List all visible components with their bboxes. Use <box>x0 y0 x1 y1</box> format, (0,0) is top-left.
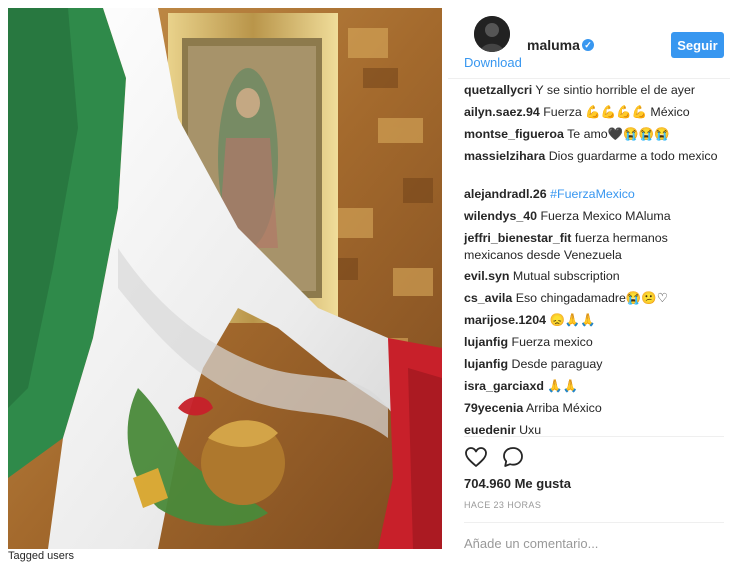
speech-bubble-icon[interactable] <box>501 445 525 469</box>
divider <box>464 522 724 523</box>
post-photo[interactable] <box>8 8 442 549</box>
comment-text: Fuerza mexico <box>511 335 593 349</box>
comment-text: Uxu <box>519 423 542 437</box>
comment-item: lujanfig Desde paraguay <box>464 356 720 373</box>
comment-text: Y se sintio horrible el de ayer <box>535 83 695 97</box>
comment-text: Te amo🖤😭😭😭 <box>567 127 670 141</box>
tagged-users-caption[interactable]: Tagged users <box>8 550 74 562</box>
add-comment-input[interactable]: Añade un comentario... <box>464 536 598 551</box>
comment-item: wilendys_40 Fuerza Mexico MAluma <box>464 208 720 225</box>
comment-text: Arriba México <box>526 401 602 415</box>
comment-username[interactable]: lujanfig <box>464 335 508 349</box>
comment-item: evil.syn Mutual subscription <box>464 268 720 285</box>
comment-username[interactable]: marijose.1204 <box>464 313 546 327</box>
comment-username[interactable]: jeffri_bienestar_fit <box>464 231 571 245</box>
comment-item: ailyn.saez.94 Fuerza 💪💪💪💪 México <box>464 104 720 121</box>
comment-text: Desde paraguay <box>511 357 603 371</box>
comment-text: Fuerza Mexico MAluma <box>540 209 671 223</box>
comment-hashtag[interactable]: #FuerzaMexico <box>550 187 635 201</box>
comment-item: 79yecenia Arriba México <box>464 400 720 417</box>
comment-username[interactable]: cs_avila <box>464 291 512 305</box>
comment-text: Eso chingadamadre😭😕♡ <box>515 291 668 305</box>
comment-username[interactable]: ailyn.saez.94 <box>464 105 540 119</box>
comment-username[interactable]: 79yecenia <box>464 401 523 415</box>
comment-username[interactable]: isra_garciaxd <box>464 379 544 393</box>
post-side-panel: maluma ✓ Download Seguir quetzallycri Y … <box>448 8 730 556</box>
heart-outline-icon[interactable] <box>464 445 488 469</box>
comment-item: cs_avila Eso chingadamadre😭😕♡ <box>464 290 720 307</box>
like-count[interactable]: 704.960 Me gusta <box>464 476 571 491</box>
comment-username[interactable]: evil.syn <box>464 269 509 283</box>
comment-item: alejandradl.26 #FuerzaMexico <box>464 186 720 203</box>
comment-username[interactable]: quetzallycri <box>464 83 532 97</box>
divider <box>464 436 724 437</box>
post-timestamp: HACE 23 HORAS <box>464 500 542 510</box>
comment-username[interactable]: euedenir <box>464 423 516 437</box>
username[interactable]: maluma <box>527 37 580 53</box>
comment-username[interactable]: alejandradl.26 <box>464 187 547 201</box>
basilica-flag-image <box>8 8 442 549</box>
comment-text: Mutual subscription <box>512 269 620 283</box>
comment-item: quetzallycri Y se sintio horrible el de … <box>464 82 720 99</box>
comment-username[interactable]: montse_figueroa <box>464 127 564 141</box>
verified-badge-icon: ✓ <box>582 39 594 51</box>
comment-item: jeffri_bienestar_fit fuerza hermanos mex… <box>464 230 720 263</box>
comment-text: Dios guardarme a todo mexico <box>548 149 718 163</box>
comment-username[interactable]: massielzihara <box>464 149 545 163</box>
post-header: maluma ✓ Download Seguir <box>448 8 730 79</box>
avatar[interactable] <box>474 16 510 52</box>
comment-item: lujanfig Fuerza mexico <box>464 334 720 351</box>
follow-button[interactable]: Seguir <box>671 32 724 58</box>
comment-username[interactable]: wilendys_40 <box>464 209 537 223</box>
comment-text: Fuerza 💪💪💪💪 México <box>543 105 690 119</box>
comment-item: montse_figueroa Te amo🖤😭😭😭 <box>464 126 720 143</box>
comment-item: marijose.1204 😞🙏🙏 <box>464 312 720 329</box>
comment-item: massielzihara Dios guardarme a todo mexi… <box>464 148 720 165</box>
comment-text: 🙏🙏 <box>547 379 579 393</box>
download-link[interactable]: Download <box>464 55 522 70</box>
comment-item: isra_garciaxd 🙏🙏 <box>464 378 720 395</box>
comment-text: 😞🙏🙏 <box>549 313 596 327</box>
comment-username[interactable]: lujanfig <box>464 357 508 371</box>
